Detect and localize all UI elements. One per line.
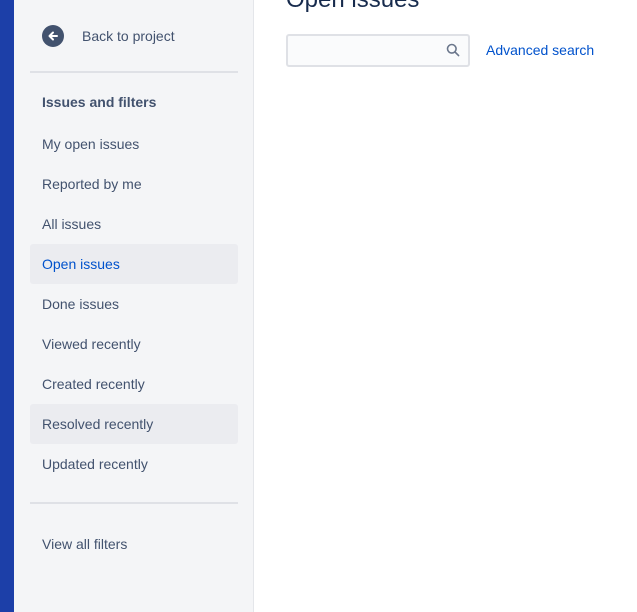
back-to-project-label: Back to project (82, 28, 175, 44)
sidebar-item-label: Updated recently (42, 456, 148, 472)
arrow-left-circle-icon (42, 25, 64, 47)
page-title: Open issues (286, 0, 419, 14)
sidebar-divider-top (30, 71, 238, 73)
app-frame: Back to project Issues and filters My op… (0, 0, 637, 612)
sidebar-item-label: My open issues (42, 136, 140, 152)
view-all-filters-label: View all filters (42, 536, 128, 552)
sidebar-item-resolved-recently[interactable]: Resolved recently (30, 404, 238, 444)
sidebar: Back to project Issues and filters My op… (14, 0, 254, 612)
sidebar-item-viewed-recently[interactable]: Viewed recently (30, 324, 238, 364)
global-nav-strip (0, 0, 14, 612)
sidebar-item-done-issues[interactable]: Done issues (30, 284, 238, 324)
sidebar-item-all-issues[interactable]: All issues (30, 204, 238, 244)
sidebar-item-label: Done issues (42, 296, 120, 312)
main-content: Open issues Advanced search (254, 0, 637, 612)
sidebar-item-label: Reported by me (42, 176, 142, 192)
view-all-filters-link[interactable]: View all filters (30, 524, 238, 564)
sidebar-item-label: Resolved recently (42, 416, 154, 432)
sidebar-item-label: Created recently (42, 376, 145, 392)
sidebar-item-my-open-issues[interactable]: My open issues (30, 124, 238, 164)
search-input[interactable] (288, 36, 438, 65)
section-title-issues-and-filters: Issues and filters (42, 94, 157, 110)
advanced-search-link[interactable]: Advanced search (486, 42, 594, 58)
search-box[interactable] (286, 34, 470, 67)
sidebar-item-open-issues[interactable]: Open issues (30, 244, 238, 284)
sidebar-item-updated-recently[interactable]: Updated recently (30, 444, 238, 484)
sidebar-item-created-recently[interactable]: Created recently (30, 364, 238, 404)
sidebar-item-reported-by-me[interactable]: Reported by me (30, 164, 238, 204)
sidebar-item-label: Viewed recently (42, 336, 141, 352)
sidebar-divider-bottom (30, 502, 238, 504)
magnifier-icon[interactable] (446, 43, 460, 57)
sidebar-item-label: Open issues (42, 256, 120, 272)
sidebar-item-label: All issues (42, 216, 102, 232)
back-to-project-link[interactable]: Back to project (42, 22, 175, 50)
